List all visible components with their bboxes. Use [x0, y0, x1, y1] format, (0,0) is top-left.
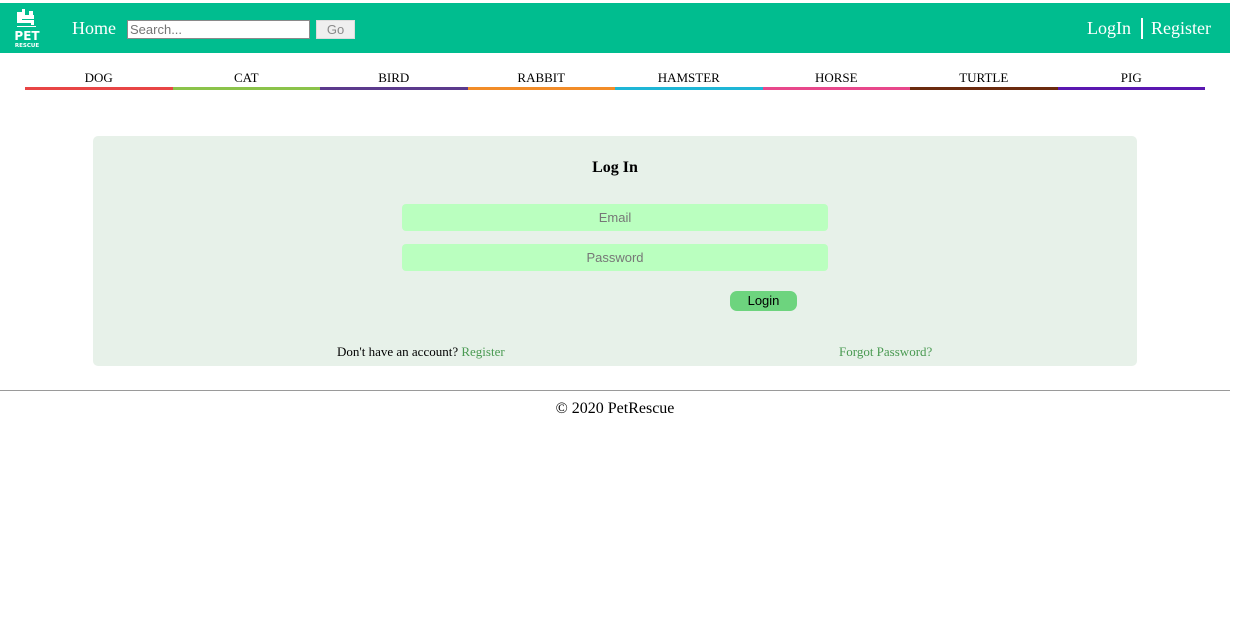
category-horse[interactable]: HORSE	[762, 70, 910, 90]
category-bird[interactable]: BIRD	[320, 70, 468, 90]
home-link[interactable]: Home	[72, 17, 116, 39]
search-go-button[interactable]: Go	[316, 20, 355, 39]
login-submit-button[interactable]: Login	[730, 291, 797, 311]
category-nav: DOG CAT BIRD RABBIT HAMSTER HORSE TURTLE…	[25, 70, 1205, 90]
auth-divider	[1141, 17, 1143, 39]
register-link[interactable]: Register	[1151, 17, 1211, 39]
auth-links: LogIn Register	[1087, 17, 1211, 39]
no-account-text: Don't have an account?	[337, 344, 462, 359]
login-link[interactable]: LogIn	[1087, 17, 1131, 39]
pet-rescue-logo[interactable]: PET RESCUE	[14, 7, 40, 49]
forgot-password-link[interactable]: Forgot Password?	[839, 344, 932, 360]
footer-divider	[0, 390, 1230, 391]
email-field[interactable]	[402, 204, 828, 231]
category-hamster[interactable]: HAMSTER	[615, 70, 763, 90]
svg-text:PET: PET	[14, 29, 40, 43]
search-input[interactable]	[127, 20, 310, 39]
password-field[interactable]	[402, 244, 828, 271]
category-dog[interactable]: DOG	[25, 70, 173, 90]
category-cat[interactable]: CAT	[172, 70, 320, 90]
register-form-link[interactable]: Register	[461, 344, 504, 359]
top-navbar: PET RESCUE Home Go LogIn Register	[0, 3, 1230, 53]
dog-logo-icon: PET RESCUE	[14, 9, 40, 49]
no-account-prompt: Don't have an account? Register	[337, 344, 505, 360]
category-pig[interactable]: PIG	[1057, 70, 1205, 90]
svg-text:RESCUE: RESCUE	[15, 43, 39, 49]
login-title: Log In	[592, 159, 638, 176]
login-panel: Log In Login Don't have an account? Regi…	[93, 136, 1137, 366]
footer-copyright: © 2020 PetRescue	[555, 400, 675, 417]
category-rabbit[interactable]: RABBIT	[467, 70, 615, 90]
category-turtle[interactable]: TURTLE	[910, 70, 1058, 90]
